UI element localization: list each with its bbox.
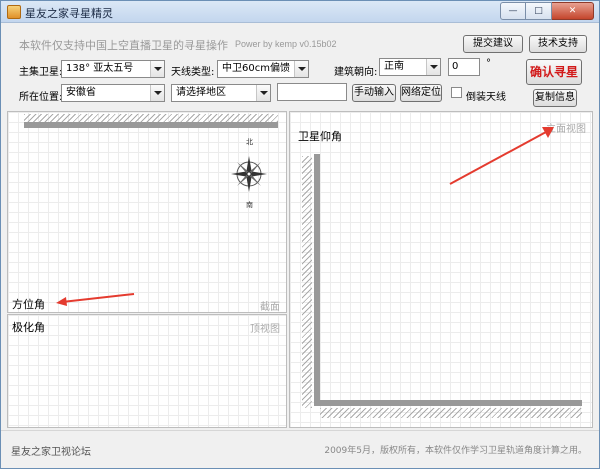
azimuth-panel: 北 南 方位角 截面	[7, 111, 287, 313]
building-value: 正南	[384, 61, 404, 72]
compass-north: 北	[246, 138, 253, 146]
polarization-corner: 顶视图	[250, 324, 280, 335]
region-select[interactable]: 请选择地区	[171, 84, 271, 102]
version-text: Power by kemp v0.15b02	[235, 39, 337, 49]
slogan-text: 本软件仅支持中国上空直播卫星的寻星操作	[19, 39, 228, 52]
copy-info-button[interactable]: 复制信息	[533, 89, 577, 107]
title-bar[interactable]: 星友之家寻星精灵 — □ ✕	[1, 1, 599, 23]
satellite-value: 138° 亚太五号	[66, 63, 134, 74]
angle-input[interactable]: 0	[448, 58, 480, 76]
elevation-label: 卫星仰角	[298, 130, 342, 143]
chevron-down-icon	[150, 85, 164, 101]
building-label: 建筑朝向:	[334, 67, 378, 78]
ground-bar	[320, 400, 582, 406]
arrow-icon	[449, 127, 554, 185]
manual-location-input[interactable]	[277, 83, 347, 101]
ground-hatch	[320, 408, 582, 418]
manual-input-button[interactable]: 手动输入	[352, 84, 396, 102]
status-bar: 星友之家卫视论坛 2009年5月，版权所有，本软件仅作学习卫星轨道角度计算之用。	[1, 430, 599, 468]
compass-south: 南	[246, 201, 253, 209]
window-controls: — □ ✕	[500, 2, 594, 20]
province-select[interactable]: 安徽省	[61, 84, 165, 102]
window-title: 星友之家寻星精灵	[25, 7, 113, 20]
chevron-down-icon	[256, 85, 270, 101]
polarization-label: 极化角	[12, 321, 45, 334]
building-select[interactable]: 正南	[379, 58, 441, 76]
province-value: 安徽省	[66, 87, 96, 98]
elevation-panel: 卫星仰角 立面视图	[289, 111, 593, 428]
polarization-panel: 极化角 顶视图	[7, 314, 287, 428]
feedback-button[interactable]: 提交建议	[463, 35, 523, 53]
network-locate-button[interactable]: 网络定位	[400, 84, 442, 102]
minimize-button[interactable]: —	[500, 2, 526, 20]
chevron-down-icon	[150, 61, 164, 77]
close-button[interactable]: ✕	[552, 2, 594, 20]
chevron-down-icon	[426, 59, 440, 75]
invert-antenna-checkbox[interactable]	[451, 87, 462, 98]
azimuth-label: 方位角	[12, 298, 45, 311]
vertical-wall-bar	[314, 154, 320, 406]
maximize-button[interactable]: □	[526, 2, 552, 20]
antenna-select[interactable]: 中卫60cm偏馈	[217, 60, 309, 78]
azimuth-corner: 截面	[260, 302, 280, 313]
location-label: 所在位置:	[19, 92, 63, 103]
app-icon	[7, 5, 21, 19]
arrow-icon	[56, 293, 135, 306]
satellite-select[interactable]: 138° 亚太五号	[61, 60, 165, 78]
app-window: 星友之家寻星精灵 — □ ✕ 本软件仅支持中国上空直播卫星的寻星操作 Power…	[0, 0, 600, 469]
degree-symbol: °	[486, 58, 491, 69]
antenna-label: 天线类型:	[171, 67, 215, 78]
invert-antenna-label: 倒装天线	[466, 92, 506, 103]
vertical-wall-hatch	[302, 156, 312, 408]
satellite-label: 主集卫星:	[19, 67, 63, 78]
confirm-search-button[interactable]: 确认寻星	[526, 59, 582, 85]
region-value: 请选择地区	[176, 87, 226, 98]
copyright-text: 2009年5月，版权所有，本软件仅作学习卫星轨道角度计算之用。	[324, 446, 587, 456]
forum-link[interactable]: 星友之家卫视论坛	[11, 443, 91, 458]
chevron-down-icon	[294, 61, 308, 77]
support-button[interactable]: 技术支持	[529, 35, 587, 53]
antenna-value: 中卫60cm偏馈	[222, 63, 290, 74]
wall-bar	[24, 122, 278, 128]
